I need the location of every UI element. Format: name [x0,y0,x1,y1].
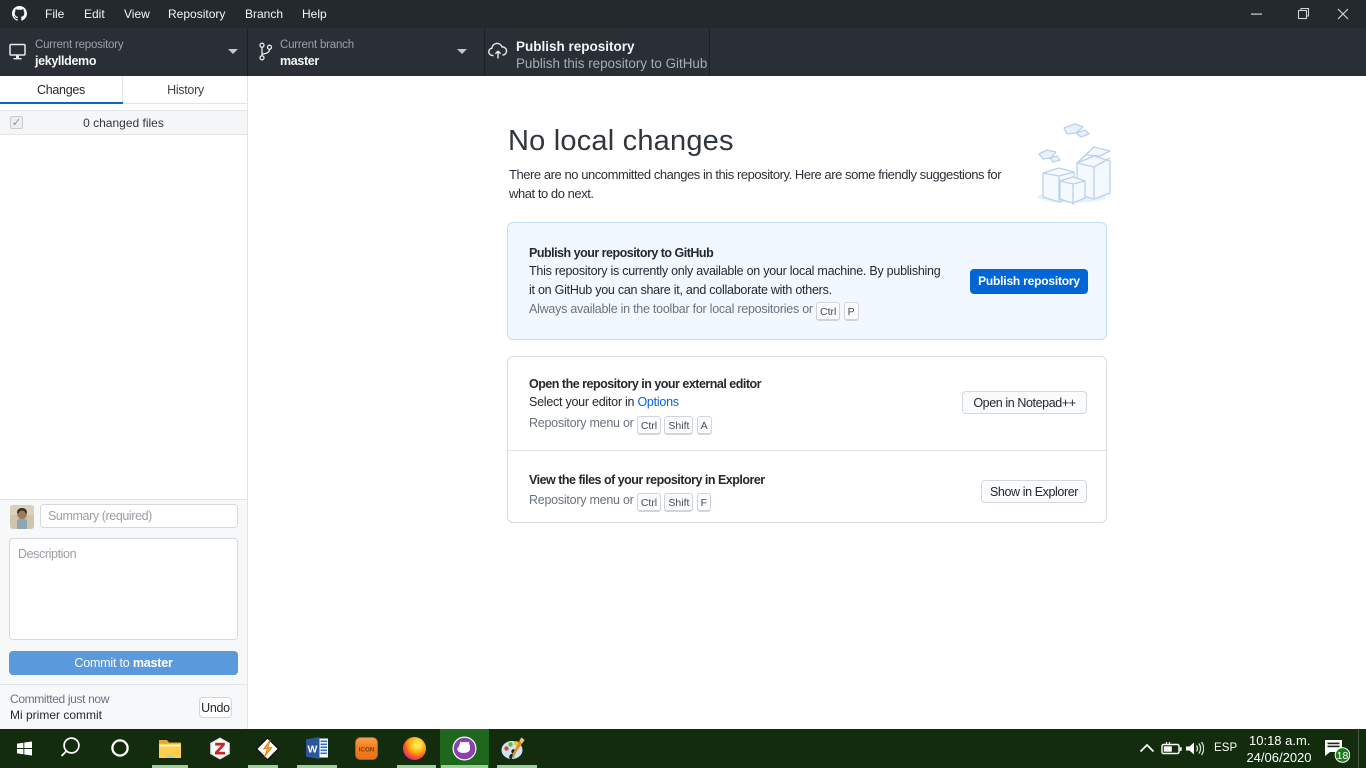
svg-text:W: W [308,744,318,756]
svg-text:ICON: ICON [359,747,375,754]
svg-text:18: 18 [1337,750,1349,762]
